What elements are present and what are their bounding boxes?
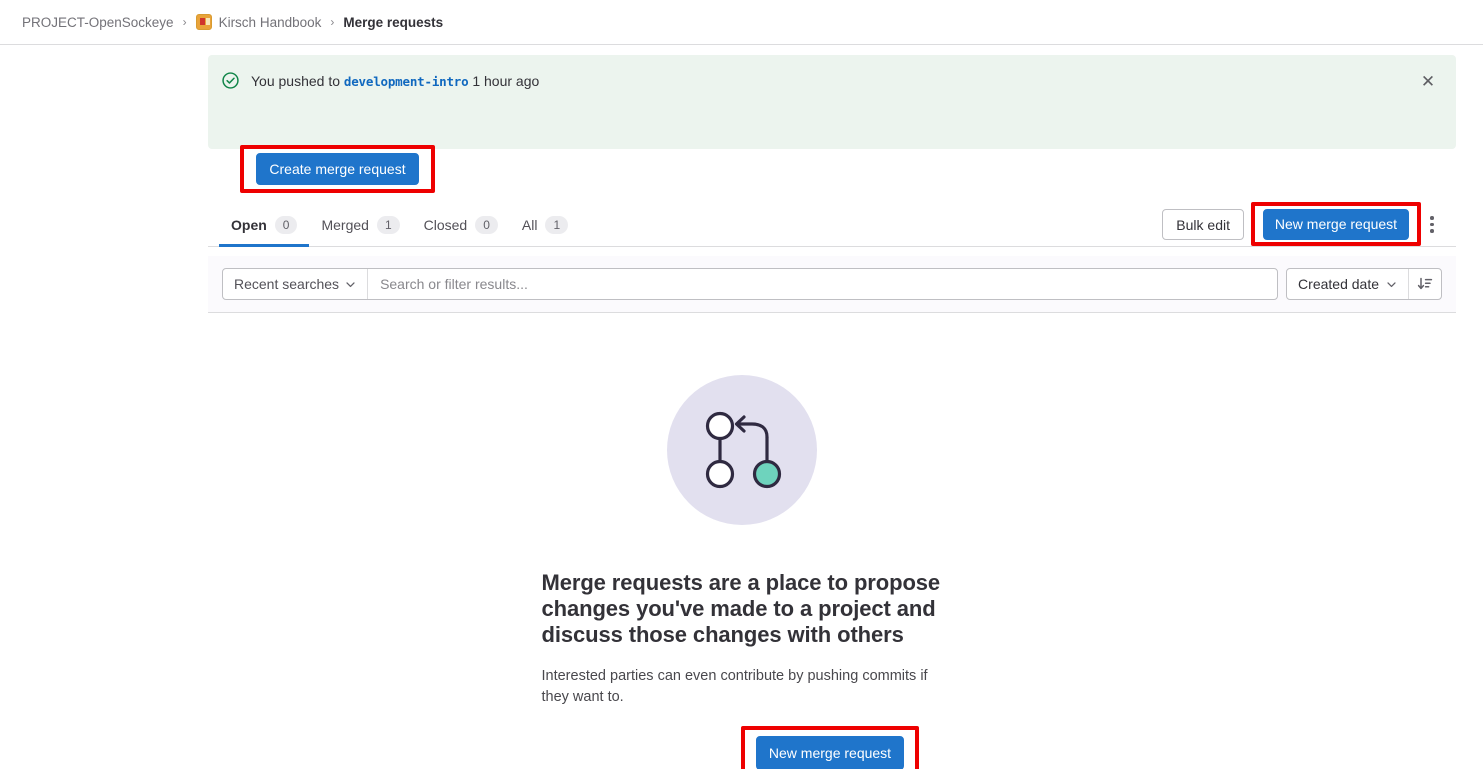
tab-merged[interactable]: Merged 1 [309,203,411,246]
tab-closed[interactable]: Closed 0 [412,203,510,246]
bulk-edit-button[interactable]: Bulk edit [1162,209,1244,240]
close-icon[interactable]: ✕ [1414,67,1442,95]
tab-all-count: 1 [545,215,569,234]
empty-state-text-block: Merge requests are a place to propose ch… [542,570,942,708]
tab-merged-count: 1 [376,215,400,234]
branch-name-link[interactable]: development-intro [344,74,469,89]
filter-bar: Recent searches Created date [208,256,1456,313]
new-merge-request-button-top[interactable]: New merge request [1263,208,1409,240]
push-message: You pushed to development-intro 1 hour a… [251,73,539,89]
recent-searches-label: Recent searches [234,276,340,292]
push-text-before: You pushed to [251,72,341,89]
breadcrumb-separator: › [182,15,187,29]
empty-state: Merge requests are a place to propose ch… [0,375,1483,708]
project-avatar-icon [195,14,212,30]
tab-closed-count: 0 [475,215,498,234]
tab-all[interactable]: All 1 [510,203,580,246]
breadcrumb-item-current: Merge requests [343,14,444,30]
tab-all-label: All [521,216,538,233]
sort-by-dropdown[interactable]: Created date [1287,269,1409,299]
merge-request-graph-illustration [666,375,817,525]
tab-open-count: 0 [274,215,298,234]
empty-state-title: Merge requests are a place to propose ch… [541,570,941,647]
push-text-after: 1 hour ago [472,72,540,89]
breadcrumb-separator: › [330,15,335,29]
chevron-down-icon [1387,281,1396,287]
chevron-down-icon [346,281,355,287]
new-merge-request-button-bottom[interactable]: New merge request [756,735,904,769]
empty-state-description: Interested parties can even contribute b… [541,667,928,705]
tab-open[interactable]: Open 0 [219,203,310,247]
breadcrumb-item-project[interactable]: Kirsch Handbook [219,15,322,30]
sort-descending-icon [1417,277,1433,290]
create-merge-request-highlight: Create merge request [240,145,435,193]
recent-searches-dropdown[interactable]: Recent searches [223,269,369,299]
breadcrumb-item-group[interactable]: PROJECT-OpenSockeye [22,15,174,30]
page-content: You pushed to development-intro 1 hour a… [0,45,1483,769]
sort-controls: Created date [1286,268,1442,300]
merge-request-tabs: Open 0 Merged 1 Closed 0 All 1 [208,203,580,247]
tab-merged-label: Merged [321,216,369,233]
create-merge-request-button[interactable]: Create merge request [256,153,419,185]
new-merge-request-bottom-highlight: New merge request [741,726,919,769]
sort-direction-button[interactable] [1409,269,1441,299]
tab-open-label: Open [231,216,267,233]
breadcrumb: PROJECT-OpenSockeye › Kirsch Handbook › … [0,0,1483,45]
check-circle-icon [222,72,239,89]
tab-closed-label: Closed [423,216,468,233]
search-filter-group: Recent searches [222,268,1279,300]
push-notification-banner: You pushed to development-intro 1 hour a… [208,55,1456,149]
new-merge-request-top-highlight: New merge request [1251,202,1421,246]
search-input[interactable] [368,269,1278,299]
kebab-menu-icon[interactable] [1420,211,1444,239]
sort-by-label: Created date [1298,276,1379,292]
